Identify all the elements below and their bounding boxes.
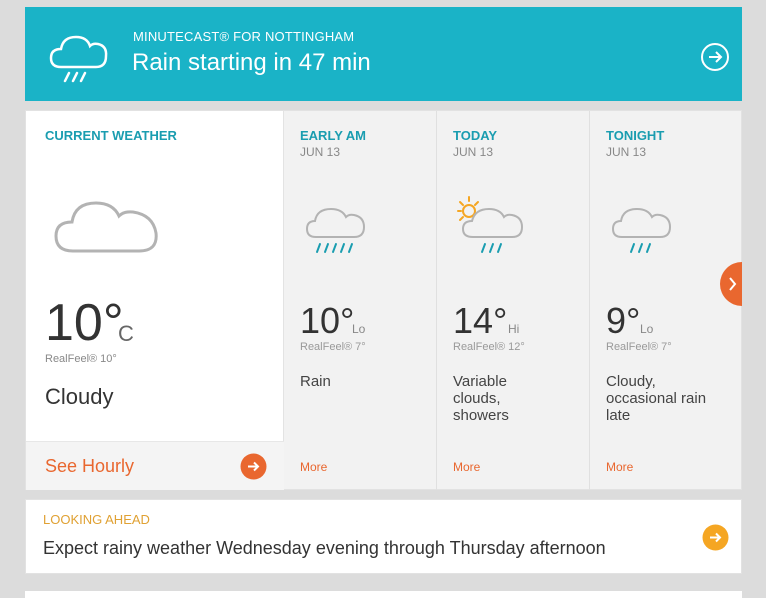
more-link[interactable]: More	[300, 460, 327, 474]
looking-ahead-label: LOOKING AHEAD	[43, 512, 150, 527]
current-realfeel: RealFeel® 10°	[45, 353, 117, 365]
forecast-panel: CURRENT WEATHER 10° C RealFeel® 10° Clou…	[25, 110, 742, 490]
forecast-hilo: Lo	[640, 322, 654, 336]
minutecast-kicker: MINUTECAST® FOR NOTTINGHAM	[133, 29, 355, 44]
current-weather-title: CURRENT WEATHER	[45, 128, 177, 143]
rain-cloud-icon	[611, 207, 672, 253]
minutecast-banner[interactable]: MINUTECAST® FOR NOTTINGHAM Rain starting…	[25, 7, 742, 101]
current-condition: Cloudy	[45, 384, 114, 409]
minutecast-headline: Rain starting in 47 min	[132, 49, 371, 76]
forecast-period-name: TONIGHT	[606, 128, 665, 143]
forecast-date: JUN 13	[606, 145, 647, 159]
more-link[interactable]: More	[453, 460, 480, 474]
forecast-temp: 9°	[606, 300, 641, 341]
forecast-temp: 14°	[453, 300, 508, 341]
forecast-realfeel: RealFeel® 12°	[453, 341, 525, 353]
rain-cloud-icon	[305, 207, 366, 253]
rain-cloud-icon	[49, 35, 108, 83]
see-hourly-label: See Hourly	[45, 456, 135, 476]
next-arrow-icon[interactable]	[720, 262, 742, 306]
see-hourly-link[interactable]: See Hourly	[26, 441, 284, 490]
forecast-condition: Variable clouds, showers	[453, 373, 509, 424]
forecast-period-name: TODAY	[453, 128, 498, 143]
forecast-realfeel: RealFeel® 7°	[606, 341, 672, 353]
looking-ahead-text: Expect rainy weather Wednesday evening t…	[43, 538, 606, 558]
arrow-right-circle-icon[interactable]	[240, 453, 267, 480]
forecast-condition: Rain	[300, 373, 331, 390]
forecast-early-am[interactable]: EARLY AM JUN 13 10° Lo RealFeel® 7° Rain…	[284, 111, 437, 490]
arrow-right-circle-icon[interactable]	[700, 42, 730, 72]
forecast-temp: 10°	[300, 300, 355, 341]
forecast-hilo: Lo	[352, 322, 366, 336]
temp-unit: C	[118, 321, 134, 346]
forecast-period-name: EARLY AM	[300, 128, 366, 143]
current-temp: 10°	[45, 294, 124, 352]
more-link[interactable]: More	[606, 460, 633, 474]
current-weather-card[interactable]: CURRENT WEATHER 10° C RealFeel® 10° Clou…	[26, 111, 284, 490]
forecast-today[interactable]: TODAY JUN 13 14° Hi RealFeel® 12° Variab…	[437, 111, 590, 490]
forecast-date: JUN 13	[300, 145, 341, 159]
forecast-hilo: Hi	[508, 322, 520, 336]
cloud-icon	[54, 201, 158, 253]
looking-ahead-card[interactable]: LOOKING AHEAD Expect rainy weather Wedne…	[25, 499, 742, 574]
forecast-realfeel: RealFeel® 7°	[300, 341, 366, 353]
arrow-right-circle-icon[interactable]	[702, 524, 729, 551]
forecast-date: JUN 13	[453, 145, 494, 159]
sun-cloud-rain-icon	[457, 196, 524, 253]
next-section-edge	[25, 591, 742, 598]
forecast-condition: Cloudy, occasional rain late	[606, 373, 707, 424]
